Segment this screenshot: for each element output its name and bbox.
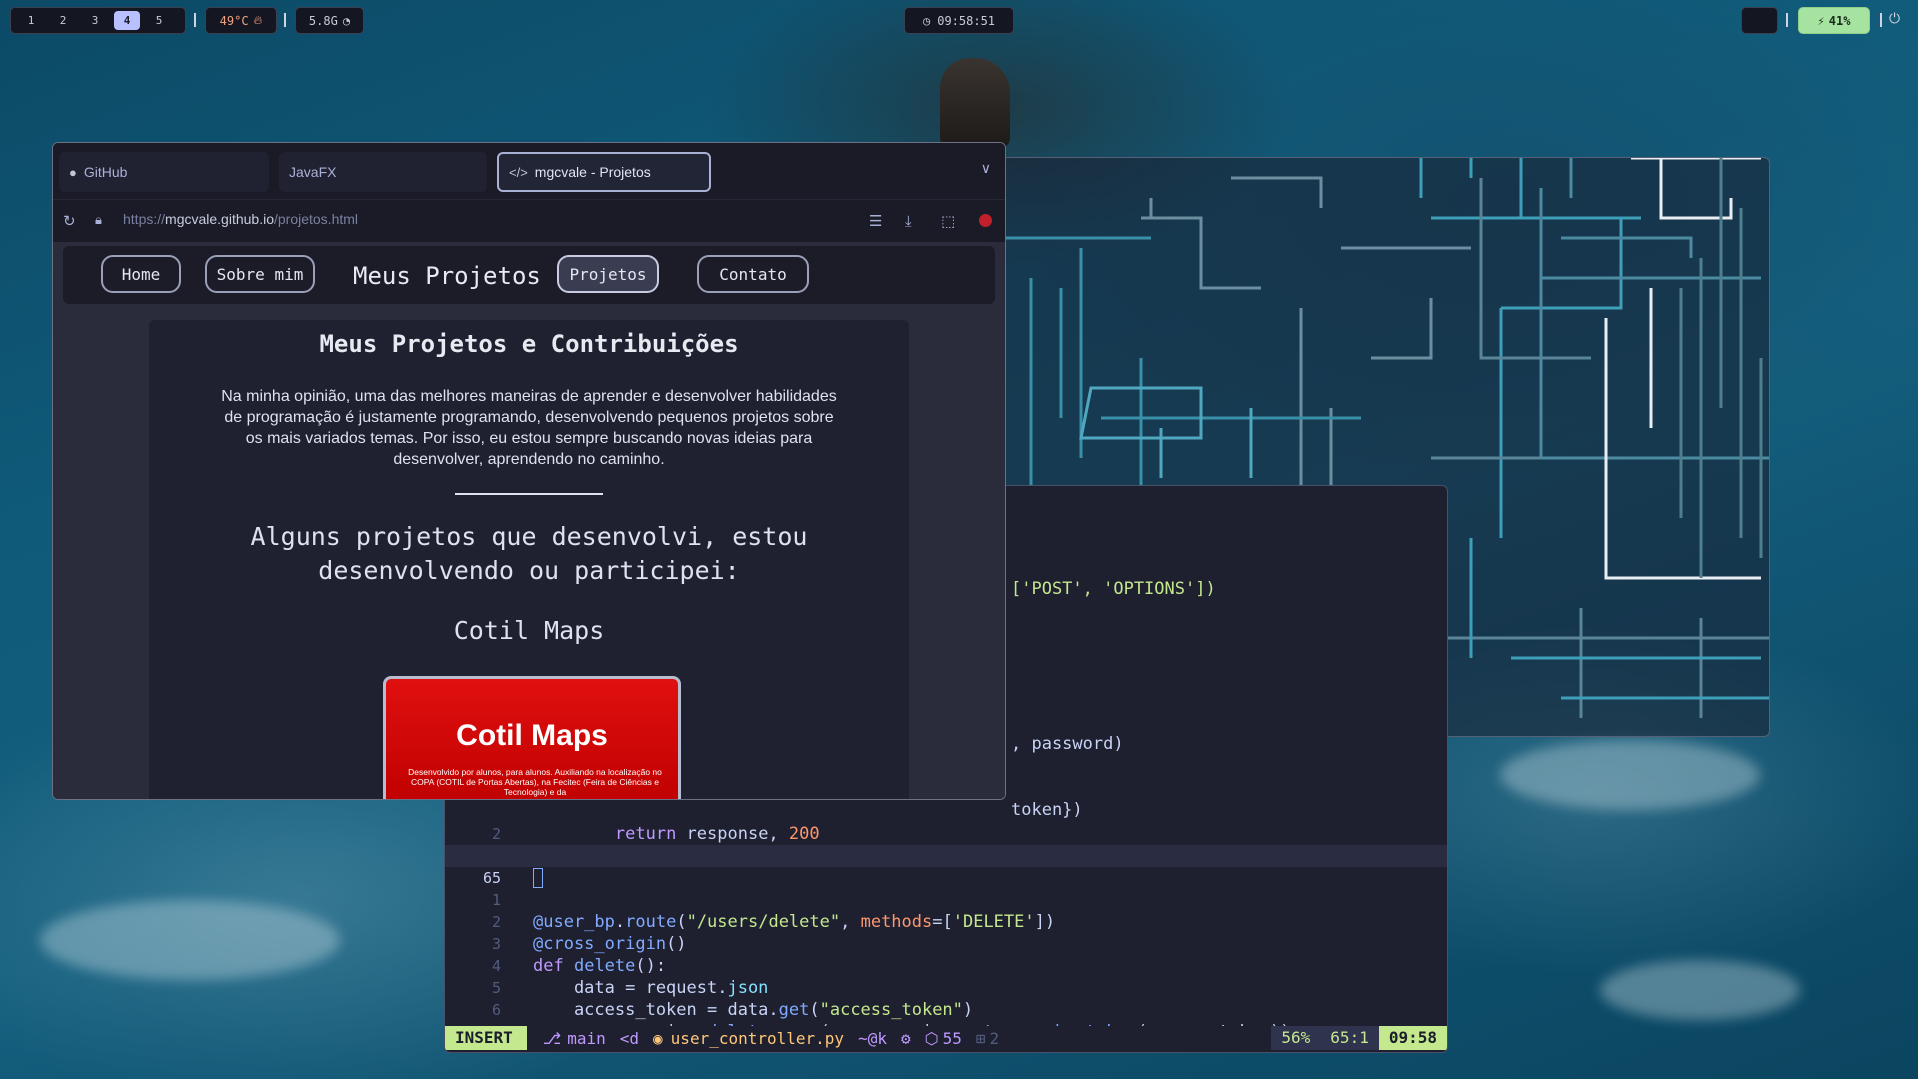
memory-value: 5.8G bbox=[308, 13, 338, 28]
code-line: 2 return response, 200 bbox=[491, 824, 820, 844]
bolt-icon: ⚡︎ bbox=[1817, 13, 1825, 28]
chevron-down-icon[interactable]: ∨ bbox=[981, 161, 991, 177]
browser-window: ● GitHub JavaFX </> mgcvale - Projetos ∨… bbox=[52, 142, 1006, 800]
nav-contact-button[interactable]: Contato bbox=[697, 255, 809, 293]
code-line: 7 user_service.delete_user(user_service.… bbox=[445, 999, 1447, 1042]
memory-widget: 5.8G ◔ bbox=[295, 7, 364, 34]
pending-keys: <d bbox=[619, 1028, 640, 1048]
cpu-temp-value: 49°C bbox=[219, 13, 249, 28]
workspace-3[interactable]: 3 bbox=[82, 11, 108, 30]
diff-icon: ⊞ bbox=[975, 1028, 986, 1048]
url-path: /projetos.html bbox=[273, 211, 359, 227]
url-bar: ↻ 🔒︎ https://mgcvale.github.io/projetos.… bbox=[53, 199, 1005, 241]
workspace-1[interactable]: 1 bbox=[18, 11, 44, 30]
nav-projects-button[interactable]: Projetos bbox=[557, 255, 659, 293]
code-fragment: , password) bbox=[1011, 734, 1124, 754]
tab-label: mgcvale - Projetos bbox=[534, 164, 651, 180]
editor-statusbar: INSERT ⎇ main <d ◉ user_controller.py ~@… bbox=[445, 1026, 1447, 1050]
thumbnail-tagline: Desenvolvido por alunos, para alunos. Au… bbox=[408, 767, 662, 797]
url-field[interactable]: https://mgcvale.github.io/projetos.html bbox=[123, 211, 358, 227]
clock-value: 09:58:51 bbox=[937, 13, 996, 28]
git-branch-icon: ⎇ bbox=[542, 1028, 562, 1048]
lock-icon[interactable]: 🔒︎ bbox=[95, 213, 102, 228]
cursor-position: 65:1 bbox=[1320, 1026, 1379, 1050]
memory-gauge-icon: ◔ bbox=[342, 13, 351, 28]
python-icon: ◉ bbox=[653, 1028, 663, 1048]
file-name: user_controller.py bbox=[670, 1028, 845, 1048]
package-icon: ⬡ bbox=[924, 1028, 939, 1048]
page-heading: Meus Projetos e Contribuições bbox=[319, 330, 739, 358]
separator bbox=[1880, 13, 1882, 27]
intro-paragraph: Na minha opinião, uma das melhores manei… bbox=[221, 388, 837, 468]
download-icon[interactable]: ⤓ bbox=[905, 212, 912, 230]
extensions-icon[interactable]: ⬚ bbox=[941, 212, 955, 230]
cpu-temp-widget: 49°C 🔥︎ bbox=[205, 7, 277, 34]
foam-decoration bbox=[1500, 740, 1760, 810]
tab-bar: ● GitHub JavaFX </> mgcvale - Projetos ∨ bbox=[53, 143, 1005, 199]
workspace-2[interactable]: 2 bbox=[50, 11, 76, 30]
code-line: 3 @cross_origin() bbox=[491, 934, 687, 954]
tab-javafx[interactable]: JavaFX bbox=[279, 152, 487, 192]
projects-card: Meus Projetos e Contribuições Na minha o… bbox=[149, 320, 909, 799]
clock-icon: ◷ bbox=[922, 13, 931, 28]
ublock-icon[interactable] bbox=[979, 214, 992, 227]
code-line: 2 @user_bp.route("/users/delete", methods… bbox=[491, 912, 1056, 932]
lsp-icon: ⚙ bbox=[900, 1028, 911, 1048]
github-icon: ● bbox=[69, 164, 77, 180]
separator bbox=[284, 13, 286, 27]
code-line: 1 return jsonify({}), 401 bbox=[445, 823, 1447, 866]
tab-github[interactable]: ● GitHub bbox=[59, 152, 269, 192]
editor-clock: 09:58 bbox=[1378, 1026, 1447, 1050]
separator bbox=[194, 13, 196, 27]
projects-subheading: Alguns projetos que desenvolvi, estou de… bbox=[250, 522, 808, 585]
command-display: ~@k bbox=[858, 1028, 887, 1048]
clock-widget[interactable]: ◷ 09:58:51 bbox=[904, 7, 1014, 34]
code-line-current: 65 bbox=[445, 845, 1447, 888]
tab-projetos[interactable]: </> mgcvale - Projetos bbox=[497, 152, 711, 192]
foam-decoration bbox=[1600, 960, 1800, 1020]
nav-about-button[interactable]: Sobre mim bbox=[205, 255, 315, 293]
nav-title: Meus Projetos bbox=[353, 262, 541, 290]
reload-icon[interactable]: ↻ bbox=[63, 212, 76, 230]
url-prefix: https:// bbox=[123, 211, 166, 227]
foam-decoration bbox=[40, 900, 340, 980]
code-line: 6 access_token = data.get("access_token"… bbox=[491, 1000, 974, 1020]
tray-widget[interactable] bbox=[1741, 7, 1778, 34]
power-icon[interactable]: ⏻ bbox=[1889, 11, 1900, 27]
rock-decoration bbox=[940, 58, 1010, 148]
code-line: 4 def delete(): bbox=[491, 956, 667, 976]
code-line: 1 bbox=[491, 891, 501, 909]
workspace-4[interactable]: 4 bbox=[114, 11, 140, 30]
flame-icon: 🔥︎ bbox=[253, 13, 263, 27]
changes-count: 2 bbox=[989, 1028, 1000, 1048]
site-nav: Home Sobre mim Meus Projetos Projetos Co… bbox=[63, 246, 995, 304]
cotil-maps-logo: Cotil Maps bbox=[456, 719, 608, 752]
code-line: 5 data = request.json bbox=[491, 978, 769, 998]
web-page: Home Sobre mim Meus Projetos Projetos Co… bbox=[53, 242, 1005, 799]
workspace-5[interactable]: 5 bbox=[146, 11, 172, 30]
code-fragment: ['POST', 'OPTIONS']) bbox=[1011, 579, 1216, 599]
tab-label: JavaFX bbox=[289, 164, 337, 180]
battery-widget: ⚡︎ 41% bbox=[1798, 7, 1870, 34]
code-icon: </> bbox=[509, 164, 528, 180]
symbol-count: 55 bbox=[942, 1028, 962, 1048]
battery-value: 41% bbox=[1828, 13, 1851, 28]
workspace-switcher: 1 2 3 4 5 bbox=[10, 7, 186, 34]
project-thumbnail[interactable]: Cotil Maps Desenvolvido por alunos, para… bbox=[383, 676, 681, 799]
reader-icon[interactable]: ☰ bbox=[869, 212, 882, 230]
git-branch: main bbox=[567, 1028, 606, 1048]
separator bbox=[1786, 13, 1788, 27]
tab-label: GitHub bbox=[83, 164, 128, 180]
divider bbox=[455, 493, 603, 495]
nav-home-button[interactable]: Home bbox=[101, 255, 181, 293]
mode-indicator: INSERT bbox=[445, 1026, 527, 1050]
scroll-percent: 56% bbox=[1271, 1026, 1321, 1050]
project-title: Cotil Maps bbox=[453, 616, 605, 645]
url-host: mgcvale.github.io bbox=[165, 211, 274, 227]
